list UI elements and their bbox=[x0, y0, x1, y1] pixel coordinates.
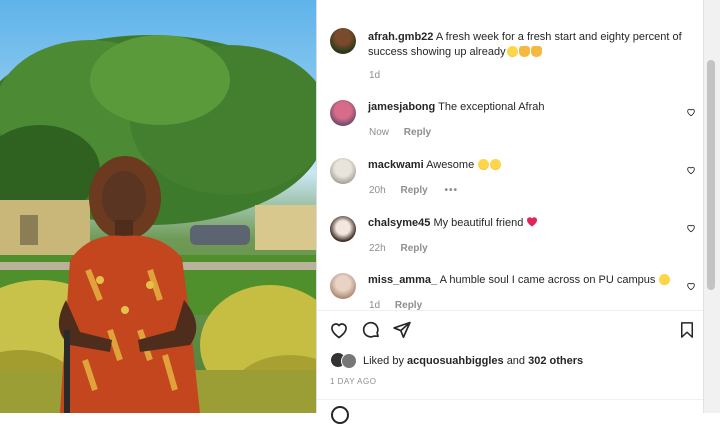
caption-username[interactable]: afrah.gmb22 bbox=[368, 31, 433, 43]
share-icon[interactable] bbox=[392, 320, 412, 340]
avatar bbox=[341, 353, 357, 369]
comment-username[interactable]: mackwami bbox=[368, 159, 424, 171]
comment-username[interactable]: chalsyme45 bbox=[368, 217, 430, 229]
scrollbar-thumb[interactable] bbox=[707, 60, 715, 290]
comment-like-heart-icon[interactable] bbox=[686, 281, 696, 291]
bottom-divider bbox=[317, 399, 703, 400]
likes-summary: Liked by acquosuahbiggles and 302 others bbox=[363, 355, 583, 367]
comment-body: Awesome bbox=[426, 159, 475, 171]
action-bar-divider bbox=[317, 310, 703, 311]
comment-time: 1d bbox=[369, 300, 381, 310]
comment-text: jamesjabong The exceptional Afrah bbox=[368, 100, 545, 115]
comment-like-heart-icon[interactable] bbox=[686, 223, 696, 233]
heart-eyes-emoji-icon bbox=[478, 159, 490, 170]
comment-text: miss_amma_ A humble soul I came across o… bbox=[368, 273, 671, 288]
comment-time: 22h bbox=[369, 243, 386, 254]
reply-button[interactable]: Reply bbox=[400, 185, 427, 196]
comment-time: Now bbox=[369, 127, 390, 138]
hand-emoji-icon bbox=[518, 46, 530, 57]
avatar[interactable] bbox=[330, 216, 356, 242]
more-options-icon[interactable]: ••• bbox=[444, 185, 458, 196]
bookmark-icon[interactable] bbox=[678, 320, 696, 340]
comment-meta: 22h Reply bbox=[369, 243, 428, 254]
clipped-meta-wrap: 1d Reply bbox=[317, 295, 703, 310]
likes-others-link[interactable]: 302 others bbox=[528, 355, 583, 367]
likes-prefix: Liked by bbox=[363, 355, 404, 367]
comment-time: 20h bbox=[369, 185, 386, 196]
heart-icon[interactable] bbox=[329, 320, 349, 340]
reply-button[interactable]: Reply bbox=[395, 300, 422, 310]
comment-username[interactable]: miss_amma_ bbox=[368, 274, 437, 286]
avatar[interactable] bbox=[330, 100, 356, 126]
comment-body: A humble soul I came across on PU campus bbox=[439, 274, 656, 286]
liker-avatars[interactable] bbox=[331, 353, 359, 369]
comment-text: chalsyme45 My beautiful friend bbox=[368, 216, 538, 231]
avatar[interactable] bbox=[330, 158, 356, 184]
caption-text: afrah.gmb22 A fresh week for a fresh sta… bbox=[368, 30, 688, 60]
hands-emoji-icon bbox=[530, 46, 542, 57]
comment-body: The exceptional Afrah bbox=[438, 101, 545, 113]
red-heart-emoji-icon bbox=[527, 217, 538, 227]
photo-scene bbox=[0, 35, 316, 413]
smile-emoji-icon bbox=[506, 46, 518, 57]
reply-button[interactable]: Reply bbox=[400, 243, 427, 254]
post-date[interactable]: 1 DAY AGO bbox=[330, 377, 376, 386]
add-comment-emoji-icon[interactable] bbox=[331, 406, 349, 424]
comments-panel bbox=[317, 0, 703, 413]
comment-meta: Now Reply bbox=[369, 127, 431, 138]
comment-like-heart-icon[interactable] bbox=[686, 165, 696, 175]
avatar[interactable] bbox=[330, 28, 356, 54]
post-photo[interactable] bbox=[0, 0, 316, 413]
liker-username[interactable]: acquosuahbiggles bbox=[407, 355, 504, 367]
likes-and: and bbox=[506, 355, 526, 367]
comment-body: My beautiful friend bbox=[433, 217, 524, 229]
reply-button[interactable]: Reply bbox=[404, 127, 431, 138]
comment-meta: 1d Reply bbox=[369, 300, 422, 310]
comment-text: mackwami Awesome bbox=[368, 158, 502, 173]
heart-eyes-emoji-icon bbox=[490, 159, 502, 170]
comment-username[interactable]: jamesjabong bbox=[368, 101, 435, 113]
comment-meta: 20h Reply ••• bbox=[369, 185, 458, 196]
comment-icon[interactable] bbox=[361, 320, 381, 340]
caption-time: 1d bbox=[369, 70, 381, 81]
heart-eyes-emoji-icon bbox=[659, 274, 671, 285]
comment-like-heart-icon[interactable] bbox=[686, 107, 696, 117]
